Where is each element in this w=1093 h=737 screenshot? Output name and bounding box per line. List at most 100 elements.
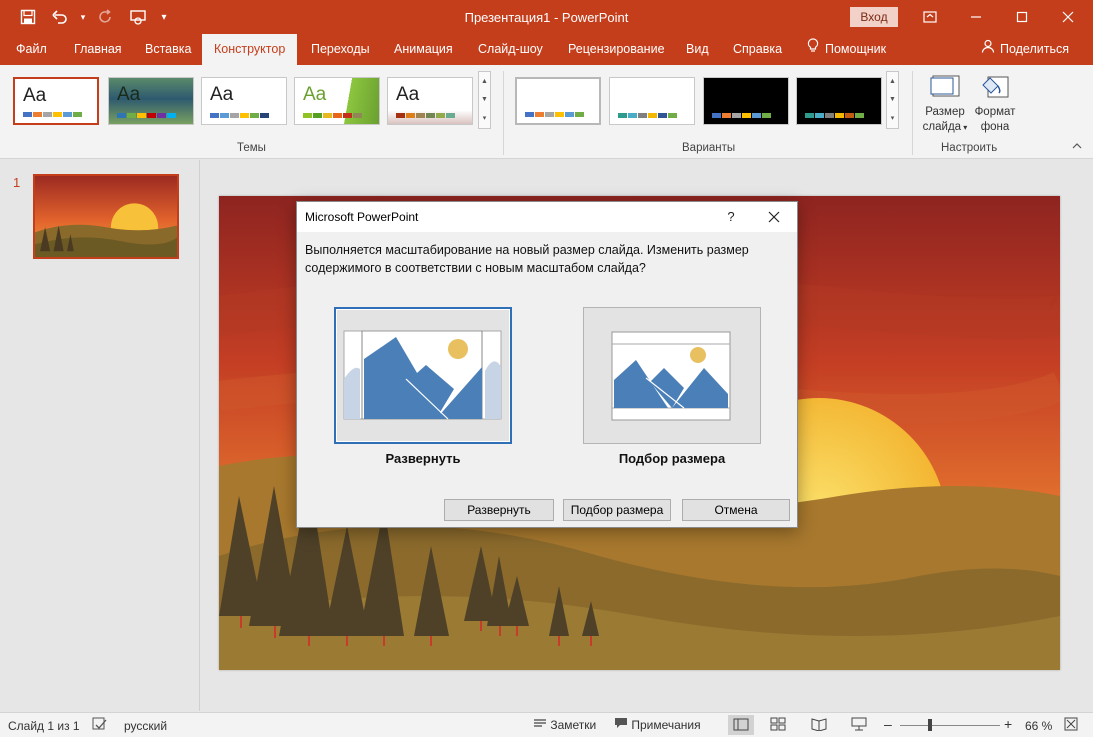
theme-preview-text: Aa <box>23 85 47 106</box>
slide-size-icon <box>930 73 960 101</box>
save-icon[interactable] <box>14 6 42 28</box>
theme-swatches <box>303 113 362 118</box>
maximize-button[interactable]: Развернуть <box>444 499 554 521</box>
theme-preview-text: Aa <box>303 84 327 105</box>
chevron-down-icon: ▾ <box>961 123 968 132</box>
redo-icon[interactable] <box>92 6 120 28</box>
tab-help[interactable]: Справка <box>733 34 782 65</box>
format-background-button[interactable]: Формат фона <box>969 71 1021 141</box>
slides-panel: 1 <box>0 160 200 711</box>
tab-review[interactable]: Рецензирование <box>568 34 665 65</box>
theme-swatches <box>23 112 82 117</box>
format-bg-label-2: фона <box>980 121 1010 133</box>
ensure-fit-button[interactable]: Подбор размера <box>563 499 671 521</box>
tab-animations[interactable]: Анимация <box>394 34 453 65</box>
minimize-icon[interactable] <box>953 0 999 34</box>
ribbon-display-options-icon[interactable] <box>907 0 953 34</box>
slide-size-label-1: Размер <box>925 106 965 118</box>
close-icon[interactable] <box>1045 0 1091 34</box>
quick-access-toolbar: ▾ ▾ <box>14 6 172 28</box>
slide-thumbnail[interactable] <box>33 174 179 259</box>
option-maximize-label: Развернуть <box>385 451 461 466</box>
status-bar: Слайд 1 из 1 русский Заметки Примечания … <box>0 712 1093 737</box>
zoom-slider-thumb[interactable] <box>928 719 932 731</box>
share-button[interactable]: Поделиться <box>981 34 1069 65</box>
present-from-start-icon[interactable] <box>124 6 152 28</box>
share-label: Поделиться <box>999 42 1069 56</box>
variant-2[interactable] <box>609 77 695 125</box>
theme-blank[interactable]: Aa <box>201 77 287 125</box>
tab-tell-me[interactable]: Помощник <box>807 34 886 65</box>
slide-size-button[interactable]: Размер слайда ▾ <box>919 71 971 141</box>
theme-preview-text: Aa <box>117 84 141 105</box>
variants-gallery-scroll[interactable]: ▲ ▼ ▾ <box>886 71 899 129</box>
tab-insert[interactable]: Вставка <box>145 34 191 65</box>
theme-preview-text: Aa <box>396 84 420 105</box>
ribbon-tabs: Файл Главная Вставка Конструктор Переход… <box>0 34 1093 65</box>
theme-swatches <box>396 113 455 118</box>
variant-3[interactable] <box>703 77 789 125</box>
theme-ion[interactable]: Aa <box>387 77 473 125</box>
slide-size-label-2: слайда <box>922 121 962 133</box>
title-bar: ▾ ▾ Презентация1 - PowerPoint Вход <box>0 0 1093 34</box>
notes-icon <box>533 717 547 732</box>
notes-label: Заметки <box>550 717 597 732</box>
normal-view-icon[interactable] <box>728 715 754 735</box>
tab-transitions[interactable]: Переходы <box>311 34 370 65</box>
group-separator <box>503 71 504 155</box>
format-bg-label-1: Формат <box>974 106 1016 118</box>
person-icon <box>981 34 995 65</box>
tell-me-label: Помощник <box>825 42 887 56</box>
collapse-ribbon-icon[interactable] <box>1072 141 1082 153</box>
theme-swatches <box>210 113 269 118</box>
sign-in-button[interactable]: Вход <box>850 7 898 27</box>
close-icon[interactable] <box>759 206 789 228</box>
themes-group-label: Темы <box>237 142 266 154</box>
customize-group-label: Настроить <box>941 142 998 154</box>
variants-group-label: Варианты <box>682 142 736 154</box>
tab-home[interactable]: Главная <box>74 34 122 65</box>
slideshow-icon[interactable] <box>851 717 867 734</box>
group-separator <box>912 71 913 155</box>
tab-design[interactable]: Конструктор <box>202 34 298 65</box>
variant-4[interactable] <box>796 77 882 125</box>
language-indicator[interactable]: русский <box>124 719 167 733</box>
option-ensure-fit-label: Подбор размера <box>618 451 726 466</box>
option-maximize[interactable] <box>334 307 512 444</box>
comment-icon <box>614 717 628 732</box>
help-button[interactable]: ? <box>721 206 741 228</box>
theme-landscape[interactable]: Aa <box>108 77 194 125</box>
theme-office[interactable]: Aa <box>13 77 99 125</box>
lightbulb-icon <box>807 34 819 65</box>
zoom-percent[interactable]: 66 % <box>1025 719 1052 733</box>
ensure-fit-illustration-icon <box>611 331 731 421</box>
undo-icon[interactable] <box>46 6 74 28</box>
zoom-out-icon[interactable]: – <box>884 716 892 732</box>
slide-sorter-icon[interactable] <box>770 717 786 734</box>
themes-gallery-scroll[interactable]: ▲ ▼ ▾ <box>478 71 491 129</box>
maximize-icon[interactable] <box>999 0 1045 34</box>
dialog-message: Выполняется масштабирование на новый раз… <box>305 243 749 275</box>
dialog-title: Microsoft PowerPoint <box>305 210 419 224</box>
customize-qat-icon[interactable]: ▾ <box>156 6 172 28</box>
cancel-button[interactable]: Отмена <box>682 499 790 521</box>
notes-button[interactable]: Заметки <box>533 717 596 732</box>
chevron-down-icon[interactable]: ▾ <box>78 6 88 28</box>
fit-to-window-icon[interactable] <box>1064 717 1078 734</box>
maximize-illustration-icon <box>343 330 502 420</box>
zoom-slider[interactable] <box>900 725 1000 726</box>
dialog-title-bar: Microsoft PowerPoint ? <box>297 202 797 232</box>
spelling-check-icon[interactable] <box>92 717 108 734</box>
theme-facet[interactable]: Aa <box>294 77 380 125</box>
tab-slideshow[interactable]: Слайд-шоу <box>478 34 543 65</box>
tab-view[interactable]: Вид <box>686 34 709 65</box>
reading-view-icon[interactable] <box>811 717 827 734</box>
variant-1[interactable] <box>515 77 601 125</box>
ribbon-design: Aa Aa Aa Aa Aa ▲ ▼ ▾ Темы ▲ ▼ ▾ Варианты Раз <box>0 65 1093 159</box>
comments-button[interactable]: Примечания <box>614 717 701 732</box>
zoom-in-icon[interactable]: + <box>1004 716 1012 732</box>
theme-swatches <box>117 113 176 118</box>
slide-number: 1 <box>13 175 21 190</box>
tab-file[interactable]: Файл <box>16 34 47 65</box>
option-ensure-fit[interactable] <box>583 307 761 444</box>
